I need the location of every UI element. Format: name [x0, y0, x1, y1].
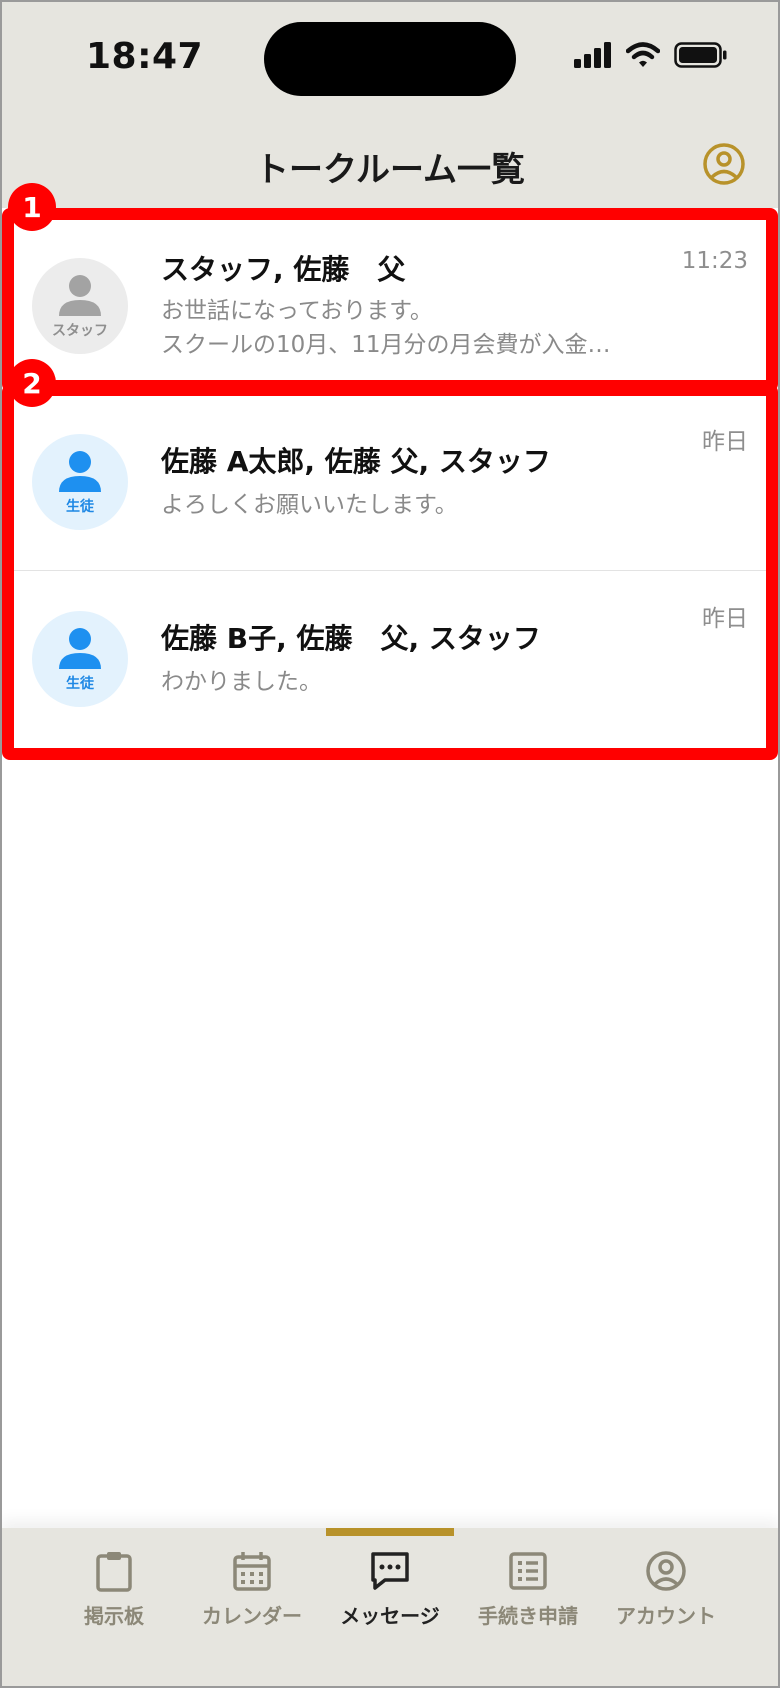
tab-messages[interactable]: メッセージ: [315, 1550, 465, 1629]
tab-label: メッセージ: [340, 1604, 440, 1628]
tab-account[interactable]: アカウント: [591, 1550, 741, 1629]
tab-calendar[interactable]: カレンダー: [177, 1550, 327, 1629]
active-tab-indicator: [326, 1528, 454, 1536]
dynamic-island: [264, 22, 516, 96]
highlight-box-2: [2, 384, 778, 760]
status-icons: [574, 42, 728, 68]
status-bar: 18:47: [0, 0, 780, 118]
form-list-icon: [509, 1552, 547, 1590]
status-time: 18:47: [86, 36, 204, 77]
signal-icon: [574, 42, 611, 68]
chat-bubble-icon: [371, 1552, 409, 1590]
account-circle-icon: [646, 1551, 686, 1591]
account-button[interactable]: [702, 142, 746, 186]
tab-procedures[interactable]: 手続き申請: [453, 1550, 603, 1629]
tab-label: 手続き申請: [478, 1604, 578, 1628]
app-header: トークルーム一覧: [0, 118, 780, 208]
battery-icon: [674, 42, 727, 68]
person-circle-icon: [703, 143, 745, 185]
annotation-badge-2: 2: [8, 359, 56, 407]
wifi-icon: [626, 42, 660, 67]
tab-label: アカウント: [616, 1604, 716, 1628]
annotation-badge-1: 1: [8, 183, 56, 231]
tab-bulletin-board[interactable]: 掲示板: [39, 1550, 189, 1629]
tab-label: 掲示板: [84, 1604, 144, 1628]
highlight-box-1: [2, 208, 778, 392]
clipboard-icon: [96, 1552, 132, 1592]
page-title: トークルーム一覧: [255, 150, 525, 190]
calendar-icon: [233, 1552, 271, 1591]
bottom-tab-bar: 掲示板 カレンダー メッセージ 手続き申請 アカウント: [0, 1528, 780, 1688]
tab-label: カレンダー: [202, 1604, 302, 1628]
